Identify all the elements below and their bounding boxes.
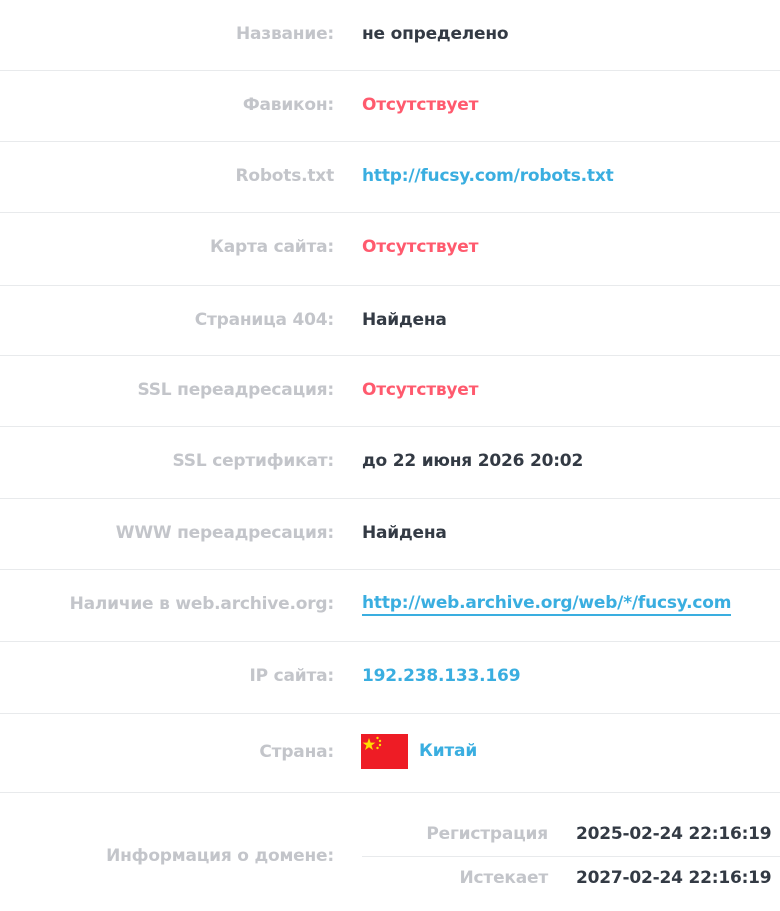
info-row-title: Название: не определено xyxy=(0,0,780,71)
ssl-cert-value: до 22 июня 2026 20:02 xyxy=(362,451,584,471)
sitemap-value: Отсутствует xyxy=(362,237,479,257)
info-row-domain: Информация о домене: Регистрация 2025-02… xyxy=(0,793,780,911)
www-redirect-value: Найдена xyxy=(362,523,447,543)
www-redirect-label: WWW переадресация: xyxy=(115,523,334,543)
sitemap-label: Карта сайта: xyxy=(210,237,334,257)
ssl-redirect-label: SSL переадресация: xyxy=(137,380,334,400)
country-value[interactable]: Китай xyxy=(419,741,477,761)
registration-value: 2025-02-24 22:16:19 xyxy=(576,824,772,844)
ssl-cert-label: SSL сертификат: xyxy=(172,451,335,471)
expires-label: Истекает xyxy=(459,868,549,888)
ssl-redirect-value: Отсутствует xyxy=(362,380,479,400)
page404-value: Найдена xyxy=(362,310,447,330)
info-row-ssl-certificate: SSL сертификат: до 22 июня 2026 20:02 xyxy=(0,427,780,499)
web-archive-label: Наличие в web.archive.org: xyxy=(69,594,335,614)
info-row-www-redirect: WWW переадресация: Найдена xyxy=(0,499,780,570)
title-value: не определено xyxy=(362,24,509,44)
page404-label: Страница 404: xyxy=(194,310,335,330)
domain-info-label: Информация о домене: xyxy=(106,846,334,866)
country-label: Страна: xyxy=(259,742,334,762)
favicon-label: Фавикон: xyxy=(242,95,334,115)
info-row-country: Страна: Китай xyxy=(0,714,780,793)
expires-value: 2027-02-24 22:16:19 xyxy=(576,868,772,888)
title-label: Название: xyxy=(236,24,334,44)
ip-link[interactable]: 192.238.133.169 xyxy=(362,666,521,686)
robots-link[interactable]: http://fucsy.com/robots.txt xyxy=(362,166,614,186)
favicon-value: Отсутствует xyxy=(362,95,479,115)
ip-label: IP сайта: xyxy=(249,666,335,686)
info-row-favicon: Фавикон: Отсутствует xyxy=(0,71,780,142)
registration-label: Регистрация xyxy=(426,824,548,844)
info-row-sitemap: Карта сайта: Отсутствует xyxy=(0,213,780,286)
china-flag-icon xyxy=(361,734,408,769)
info-row-ip: IP сайта: 192.238.133.169 xyxy=(0,642,780,714)
info-row-404: Страница 404: Найдена xyxy=(0,286,780,356)
info-row-ssl-redirect: SSL переадресация: Отсутствует xyxy=(0,356,780,427)
info-row-web-archive: Наличие в web.archive.org: http://web.ar… xyxy=(0,570,780,642)
info-row-robots: Robots.txt http://fucsy.com/robots.txt xyxy=(0,142,780,213)
domain-info-divider xyxy=(362,856,780,857)
web-archive-link[interactable]: http://web.archive.org/web/*/fucsy.com xyxy=(362,593,731,616)
robots-label: Robots.txt xyxy=(235,166,334,186)
